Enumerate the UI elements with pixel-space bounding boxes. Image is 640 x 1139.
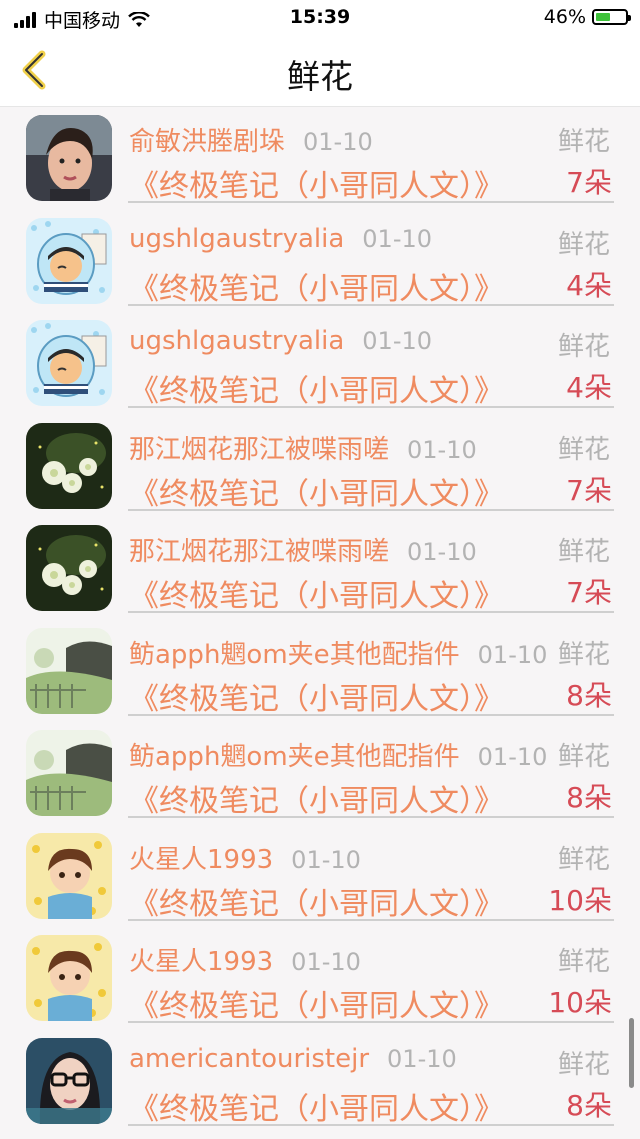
gift-type-label: 鲜花 [557,332,610,362]
flower-count: 8朵 [566,678,612,712]
gift-date: 01-10 [387,1044,457,1073]
divider [128,611,614,613]
divider [128,816,614,818]
list-item[interactable]: 鲂apph魍om夹e其他配指件 01-10 鲜花《终极笔记（小哥同人文）》 8朵 [0,724,640,826]
avatar[interactable] [26,115,112,201]
gift-date: 01-10 [291,948,361,976]
gift-type-label: 鲜花 [557,229,610,260]
flower-count: 4朵 [566,268,612,302]
flower-gift-list: 俞敏洪塍剧垛 01-10 鲜花 《终极笔记（小哥同人文）》 7朵 ugshlgaustry… [0,107,640,1139]
book-title[interactable]: 《终极笔记（小哥同人文）》 [129,981,504,1025]
sender-name: 那江烟花那江被喋雨嗟 01-10 [129,429,477,466]
sender-name: 火星人1993 01-10 [129,839,361,876]
divider [128,303,614,306]
gift-type-label: 鲜花 [557,947,610,977]
avatar[interactable] [26,422,112,509]
gift-type-label: 鲜花 [557,434,610,465]
sender-name-text[interactable]: 鲂apph魍om夹e其他配指件 [129,640,460,670]
sender-name-text[interactable]: 俞敏洪塍剧垛 [129,127,285,157]
gift-type-label: 鲜花 [557,742,610,772]
avatar[interactable] [26,935,112,1021]
list-item[interactable]: 火星人1993 01-10 鲜花《终极笔记（小哥同人文）》 10朵 [0,827,640,929]
divider [128,406,614,408]
sender-name: 鲂apph魍om夹e其他配指件 01-10 [129,736,547,773]
book-title[interactable]: 《终极笔记（小哥同人文）》 [129,776,504,820]
gift-date: 01-10 [291,845,361,874]
gift-type-label: 鲜花 [557,537,610,567]
divider [128,713,614,716]
divider [128,1123,614,1126]
gift-type-label: 鲜花 [557,844,610,875]
avatar[interactable] [26,730,112,816]
scrollbar[interactable] [629,1018,634,1088]
list-item[interactable]: 俞敏洪塍剧垛 01-10 鲜花《终极笔记（小哥同人文）》 7朵 [0,109,640,211]
battery-icon [592,9,631,25]
sender-name-text[interactable]: 火星人1993 [129,845,273,875]
gift-type-label: 鲜花 [557,127,610,157]
sender-name: ugshlgaustryalia 01-10 [129,224,432,254]
book-title[interactable]: 《终极笔记（小哥同人文）》 [129,366,504,410]
sender-name: ugshlgaustryalia 01-10 [129,326,432,356]
flower-count: 4朵 [566,371,612,404]
gift-type-label: 鲜花 [557,1049,610,1080]
list-item[interactable]: ugshlgaustryalia 01-10 鲜花《终极笔记（小哥同人文）》 4朵 [0,212,640,314]
flower-count: 7朵 [566,473,612,507]
book-title[interactable]: 《终极笔记（小哥同人文）》 [129,264,504,308]
sender-name-text[interactable]: 那江烟花那江被喋雨嗟 [129,435,389,465]
book-title[interactable]: 《终极笔记（小哥同人文）》 [129,1084,504,1128]
sender-name: 那江烟花那江被喋雨嗟 01-10 [129,531,477,568]
sender-name-text[interactable]: ugshlgaustryalia [129,326,344,356]
gift-date: 01-10 [303,128,373,156]
battery-percent: 46% [543,6,586,28]
gift-date: 01-10 [407,538,477,566]
sender-name-text[interactable]: 鲂apph魍om夹e其他配指件 [129,742,460,772]
gift-date: 01-10 [407,435,477,464]
avatar[interactable] [26,525,112,611]
nav-bar: 鲜花 [0,34,640,107]
gift-type-label: 鲜花 [557,639,610,670]
sender-name: 火星人1993 01-10 [129,941,361,978]
gift-date: 01-10 [362,224,433,253]
flower-count: 7朵 [566,166,612,199]
gift-date: 01-10 [362,327,433,355]
flower-count: 8朵 [566,781,612,814]
book-title[interactable]: 《终极笔记（小哥同人文）》 [129,469,504,513]
flower-count: 8朵 [566,1088,612,1122]
avatar[interactable] [26,832,112,919]
divider [128,201,614,203]
gift-date: 01-10 [477,743,548,771]
list-item[interactable]: 那江烟花那江被喋雨嗟 01-10 鲜花《终极笔记（小哥同人文）》 7朵 [0,519,640,621]
gift-date: 01-10 [477,640,548,669]
status-bar: 中国移动 15:39 46% [0,0,640,34]
book-title[interactable]: 《终极笔记（小哥同人文）》 [129,879,504,923]
book-title[interactable]: 《终极笔记（小哥同人文）》 [129,161,504,205]
list-item[interactable]: ugshlgaustryalia 01-10 鲜花《终极笔记（小哥同人文）》 4朵 [0,314,640,416]
page-title: 鲜花 [287,57,353,96]
list-item[interactable]: 火星人1993 01-10 鲜花《终极笔记（小哥同人文）》 10朵 [0,929,640,1031]
flower-count: 10朵 [548,986,612,1019]
avatar[interactable] [26,1037,112,1124]
book-title[interactable]: 《终极笔记（小哥同人文）》 [129,674,504,718]
avatar[interactable] [26,627,112,714]
list-item[interactable]: 鲂apph魍om夹e其他配指件 01-10 鲜花《终极笔记（小哥同人文）》 8朵 [0,622,640,724]
book-title[interactable]: 《终极笔记（小哥同人文）》 [129,571,504,615]
flower-count: 10朵 [548,883,612,917]
avatar[interactable] [26,217,112,304]
divider [128,508,614,511]
sender-name-text[interactable]: 那江烟花那江被喋雨嗟 [129,537,389,567]
divider [128,1021,614,1023]
sender-name: 鲂apph魍om夹e其他配指件 01-10 [129,634,547,671]
list-item[interactable]: 那江烟花那江被喋雨嗟 01-10 鲜花《终极笔记（小哥同人文）》 7朵 [0,417,640,519]
list-item[interactable]: americantouristejr 01-10 鲜花《终极笔记（小哥同人文）》 8朵 [0,1032,640,1134]
avatar[interactable] [26,320,112,406]
sender-name: 俞敏洪塍剧垛 01-10 [129,121,373,158]
sender-name-text[interactable]: 火星人1993 [129,947,273,977]
divider [128,918,614,921]
flower-count: 7朵 [566,576,612,609]
sender-name-text[interactable]: americantouristejr [129,1044,369,1074]
sender-name-text[interactable]: ugshlgaustryalia [129,224,344,254]
sender-name: americantouristejr 01-10 [129,1044,457,1074]
